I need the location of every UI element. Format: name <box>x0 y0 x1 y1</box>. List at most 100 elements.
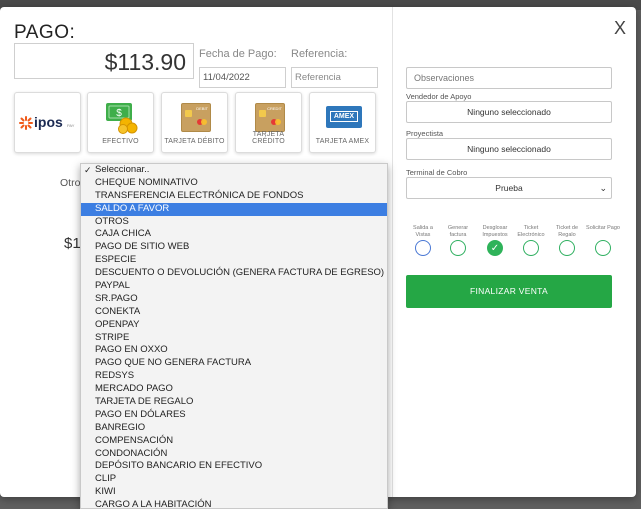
dropdown-option[interactable]: DESCUENTO O DEVOLUCIÓN (GENERA FACTURA D… <box>81 267 387 280</box>
dropdown-option-label: TRANSFERENCIA ELECTRÓNICA DE FONDOS <box>95 189 304 201</box>
dropdown-option-label: SALDO A FAVOR <box>95 202 170 214</box>
checked-circle-icon[interactable]: ✓ <box>487 240 503 256</box>
option-toggle-label: Ticket Electrónico <box>517 225 545 238</box>
method-credit-label: TARJETA CRÉDITO <box>252 131 285 145</box>
method-amex-label: TARJETA AMEX <box>315 138 370 145</box>
dropdown-option[interactable]: ESPECIE <box>81 254 387 267</box>
option-toggle-label: Salida a Vistas <box>413 225 433 238</box>
dropdown-option-label: CARGO A LA HABITACIÓN <box>95 499 212 509</box>
dropdown-option[interactable]: ✓ Seleccionar.. <box>81 164 387 177</box>
dropdown-option[interactable]: CAJA CHICA <box>81 228 387 241</box>
amex-card-icon: AMEX <box>326 106 362 128</box>
option-toggle[interactable]: Ticket Electrónico <box>514 225 548 256</box>
dropdown-option-label: CONDONACIÓN <box>95 447 168 459</box>
method-debit[interactable]: DEBIT TARJETA DÉBITO <box>161 92 228 153</box>
dropdown-option[interactable]: CARGO A LA HABITACIÓN <box>81 499 387 509</box>
option-toggle[interactable]: Generar factura <box>441 225 475 256</box>
dropdown-option-label: STRIPE <box>95 331 130 343</box>
dropdown-option[interactable]: COMPENSACIÓN <box>81 435 387 448</box>
vendor-select[interactable]: Ninguno seleccionado <box>406 101 612 123</box>
ipos-logo-sub: PAY <box>67 123 75 128</box>
dropdown-option[interactable]: STRIPE <box>81 332 387 345</box>
payment-type-dropdown[interactable]: ✓ Seleccionar.. CHEQUE NOMINATIVO TRANSFERE… <box>80 163 388 509</box>
dropdown-option[interactable]: KIWI <box>81 486 387 499</box>
dropdown-option[interactable]: DEPÓSITO BANCARIO EN EFECTIVO <box>81 460 387 473</box>
method-cash-label: EFECTIVO <box>102 138 139 145</box>
dropdown-option-label: ESPECIE <box>95 254 137 266</box>
method-amex[interactable]: AMEX TARJETA AMEX <box>309 92 376 153</box>
dropdown-option-label: KIWI <box>95 486 116 498</box>
credit-card-tag: CREDIT <box>267 106 282 111</box>
date-label: Fecha de Pago: <box>199 48 277 60</box>
dropdown-option-label: MERCADO PAGO <box>95 383 173 395</box>
dropdown-option-label: Seleccionar.. <box>95 164 150 175</box>
dropdown-option[interactable]: CHEQUE NOMINATIVO <box>81 177 387 190</box>
amount-display[interactable]: $113.90 <box>14 43 194 79</box>
amex-card-tag: AMEX <box>330 111 358 122</box>
otro-label: Otro <box>60 177 81 189</box>
dropdown-option-label: OPENPAY <box>95 318 140 330</box>
dropdown-option[interactable]: BANREGIO <box>81 422 387 435</box>
dropdown-option[interactable]: PAGO QUE NO GENERA FACTURA <box>81 357 387 370</box>
finalize-sale-button[interactable]: FINALIZAR VENTA <box>406 275 612 308</box>
circle-icon[interactable] <box>523 240 539 256</box>
dropdown-option-label: PAGO QUE NO GENERA FACTURA <box>95 357 252 369</box>
vendor-label: Vendedor de Apoyo <box>406 92 472 101</box>
cash-icon: $ <box>106 103 138 134</box>
dropdown-option[interactable]: PAGO DE SITIO WEB <box>81 241 387 254</box>
dropdown-option-label: BANREGIO <box>95 421 146 433</box>
dropdown-option[interactable]: CONEKTA <box>81 306 387 319</box>
reference-input[interactable]: Referencia <box>291 67 378 88</box>
chevron-down-icon: ⌄ <box>599 183 607 193</box>
dropdown-option[interactable]: SR.PAGO <box>81 293 387 306</box>
circle-icon[interactable] <box>559 240 575 256</box>
dropdown-option[interactable]: CLIP <box>81 473 387 486</box>
dropdown-option[interactable]: REDSYS <box>81 370 387 383</box>
dropdown-option-label: DEPÓSITO BANCARIO EN EFECTIVO <box>95 460 263 472</box>
dropdown-option-label: COMPENSACIÓN <box>95 434 174 446</box>
dropdown-option-label: SR.PAGO <box>95 292 138 304</box>
credit-card-icon: CREDIT <box>255 103 285 132</box>
dropdown-option-label: PAGO EN DÓLARES <box>95 408 186 420</box>
dropdown-option-label: PAGO EN OXXO <box>95 344 168 356</box>
dropdown-option-label: CONEKTA <box>95 305 141 317</box>
projectist-select[interactable]: Ninguno seleccionado <box>406 138 612 160</box>
option-toggle[interactable]: Salida a Vistas <box>406 225 440 256</box>
dropdown-option[interactable]: OPENPAY <box>81 319 387 332</box>
option-toggle-label: Desglosar Impuestos <box>482 225 508 238</box>
debit-card-tag: DEBIT <box>196 106 208 111</box>
option-toggle[interactable]: Solicitar Pago <box>586 225 620 256</box>
terminal-label: Terminal de Cobro <box>406 168 468 177</box>
circle-icon[interactable] <box>415 240 431 256</box>
option-toggle-label: Solicitar Pago <box>586 225 620 231</box>
dropdown-option-label: OTROS <box>95 215 129 227</box>
dropdown-option-label: PAGO DE SITIO WEB <box>95 241 190 253</box>
dropdown-option[interactable]: OTROS <box>81 216 387 229</box>
dropdown-option[interactable]: PAGO EN DÓLARES <box>81 409 387 422</box>
method-credit[interactable]: CREDIT TARJETA CRÉDITO <box>235 92 302 153</box>
dropdown-option-label: CAJA CHICA <box>95 228 151 240</box>
dropdown-option[interactable]: PAYPAL <box>81 280 387 293</box>
circle-icon[interactable] <box>450 240 466 256</box>
option-toggle[interactable]: Ticket de Regalo <box>550 225 584 256</box>
dropdown-option[interactable]: SALDO A FAVOR <box>81 202 387 216</box>
method-cash[interactable]: $ EFECTIVO <box>87 92 154 153</box>
circle-icon[interactable] <box>595 240 611 256</box>
dropdown-option[interactable]: PAGO EN OXXO <box>81 344 387 357</box>
dropdown-option-label: DESCUENTO O DEVOLUCIÓN (GENERA FACTURA D… <box>95 267 385 279</box>
close-button[interactable]: X <box>614 18 626 39</box>
dropdown-option[interactable]: MERCADO PAGO <box>81 383 387 396</box>
other-amount-text: $1 <box>64 235 81 252</box>
dropdown-option[interactable]: CONDONACIÓN <box>81 448 387 461</box>
dropdown-option[interactable]: TRANSFERENCIA ELECTRÓNICA DE FONDOS <box>81 190 387 203</box>
dropdown-option-label: TARJETA DE REGALO <box>95 396 194 408</box>
observations-input[interactable]: Observaciones <box>406 67 612 89</box>
dropdown-option[interactable]: TARJETA DE REGALO <box>81 396 387 409</box>
option-toggle-label: Ticket de Regalo <box>555 225 579 238</box>
terminal-select-value: Prueba <box>495 183 523 193</box>
date-input[interactable]: 11/04/2022 <box>199 67 286 88</box>
method-ipos[interactable]: ipos PAY <box>14 92 81 153</box>
terminal-select[interactable]: Prueba ⌄ <box>406 177 612 199</box>
option-toggle[interactable]: Desglosar Impuestos ✓ <box>478 225 512 256</box>
dropdown-option-label: REDSYS <box>95 370 135 382</box>
